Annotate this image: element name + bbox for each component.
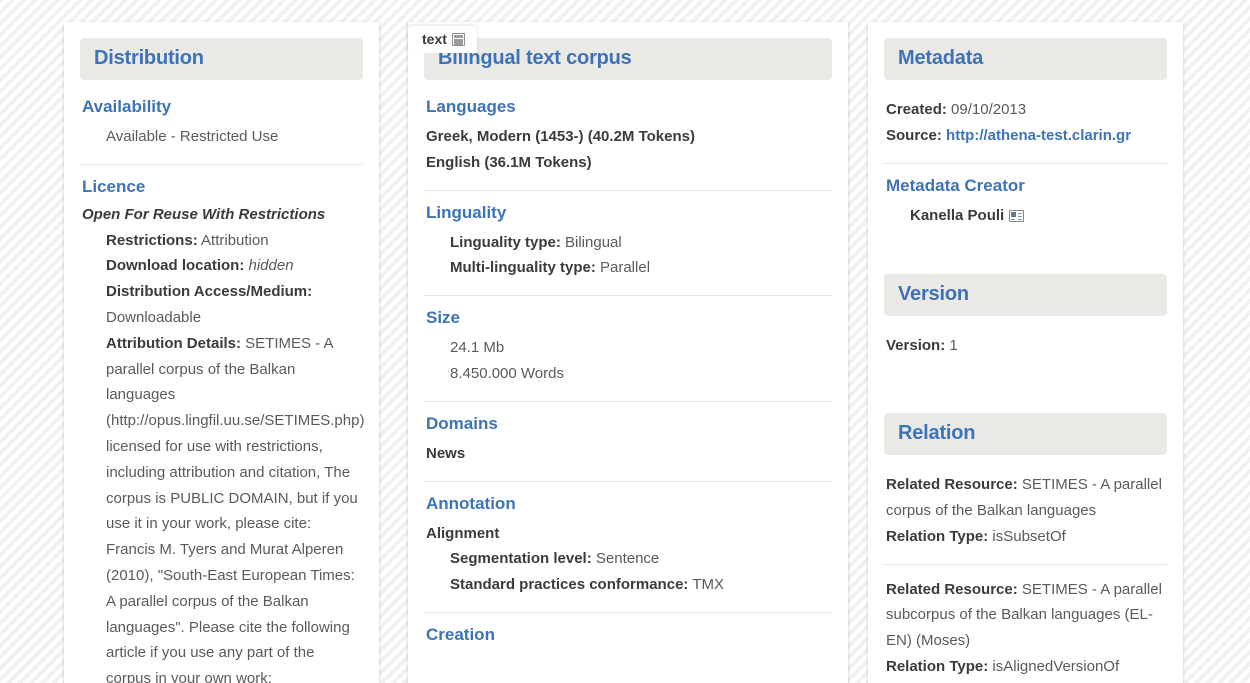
version-label: Version: xyxy=(886,337,946,355)
relation-type-label: Relation Type: xyxy=(886,527,989,545)
availability-value: Available - Restricted Use xyxy=(106,128,279,145)
linguality-type-label: Linguality type: xyxy=(450,233,561,251)
standard-conformance-value: TMX xyxy=(692,576,724,594)
language-item: English (36.1M Tokens) xyxy=(426,153,592,171)
tab-text-label: text xyxy=(422,31,447,47)
segmentation-level-row: Segmentation level: Sentence xyxy=(450,546,830,572)
licence-heading: Licence xyxy=(82,176,146,196)
version-value: 1 xyxy=(949,337,958,355)
source-label: Source: xyxy=(886,126,942,144)
relation-entry: Related Resource: SETIMES - A parallel s… xyxy=(884,563,1167,683)
linguality-type-row: Linguality type: Bilingual xyxy=(450,230,830,256)
licence-restrictions-label: Restrictions: xyxy=(106,231,198,249)
linguality-heading: Linguality xyxy=(426,202,507,222)
creation-block: Creation xyxy=(424,611,832,666)
source-row: Source: http://athena-test.clarin.gr xyxy=(886,123,1165,149)
created-row: Created: 09/10/2013 xyxy=(886,97,1165,123)
resource-title: Bilingual text corpus xyxy=(424,38,832,80)
tab-text[interactable]: text xyxy=(408,26,477,53)
availability-block: Availability Available - Restricted Use xyxy=(80,84,363,164)
tab-strip: text xyxy=(408,26,477,56)
licence-download-location-label: Download location: xyxy=(106,257,245,275)
licence-attribution-label: Attribution Details: xyxy=(106,334,241,352)
section-header-version: Version xyxy=(884,274,1167,317)
segmentation-level-label: Segmentation level: xyxy=(450,550,592,568)
relation-type-row: Relation Type: isAlignedVersionOf xyxy=(886,654,1165,680)
creation-heading: Creation xyxy=(426,624,495,644)
multi-linguality-type-value: Parallel xyxy=(600,259,651,277)
list-lines-icon xyxy=(451,32,465,46)
standard-conformance-row: Standard practices conformance: TMX xyxy=(450,572,830,598)
created-value: 09/10/2013 xyxy=(951,101,1027,118)
annotation-group-label: Alignment xyxy=(426,524,500,542)
relation-entry: Related Resource: SETIMES - A parallel c… xyxy=(884,459,1167,563)
relation-type-label: Relation Type: xyxy=(886,657,989,675)
relation-type-value: isAlignedVersionOf xyxy=(992,657,1120,675)
size-item: 8.450.000 Words xyxy=(450,364,564,382)
licence-block: Licence Open For Reuse With Restrictions… xyxy=(80,163,365,683)
metadata-creator-row: Kanella Pouli xyxy=(886,203,1165,229)
availability-heading: Availability xyxy=(82,97,172,116)
domains-block: Domains News xyxy=(424,400,832,481)
metadata-creator-block: Metadata Creator Kanella Pouli xyxy=(884,162,1167,243)
section-header-distribution: Distribution xyxy=(80,38,363,80)
size-heading: Size xyxy=(426,308,461,328)
relation-type-row: Relation Type: isSubsetOf xyxy=(886,524,1165,550)
size-item: 24.1 Mb xyxy=(450,339,505,357)
size-block: Size 24.1 Mb 8.450.000 Words xyxy=(424,295,832,401)
related-resource-label: Related Resource: xyxy=(886,580,1018,598)
resource-details-panel: Bilingual text corpus Languages Greek, M… xyxy=(408,22,848,683)
annotation-heading: Annotation xyxy=(426,493,516,513)
linguality-type-value: Bilingual xyxy=(565,233,622,251)
metadata-creator-heading: Metadata Creator xyxy=(886,175,1025,195)
licence-download-location-row: Download location: hidden xyxy=(106,253,361,279)
source-link[interactable]: http://athena-test.clarin.gr xyxy=(946,127,1131,144)
related-resource-label: Related Resource: xyxy=(886,476,1018,494)
domains-heading: Domains xyxy=(426,413,498,433)
distribution-panel: Distribution Availability Available - Re… xyxy=(64,22,379,683)
languages-block: Languages Greek, Modern (1453-) (40.2M T… xyxy=(424,84,832,190)
related-resource-row: Related Resource: SETIMES - A parallel c… xyxy=(886,472,1165,524)
metadata-creator-name: Kanella Pouli xyxy=(910,206,1005,224)
standard-conformance-label: Standard practices conformance: xyxy=(450,576,689,594)
licence-attribution-row: Attribution Details: SETIMES - A paralle… xyxy=(106,331,365,683)
licence-restrictions-value: Attribution xyxy=(201,231,269,249)
related-resource-row: Related Resource: SETIMES - A parallel s… xyxy=(886,577,1165,654)
relation-type-value: isSubsetOf xyxy=(992,527,1066,545)
version-row: Version: 1 xyxy=(886,333,1165,359)
licence-restrictions-row: Restrictions: Attribution xyxy=(106,228,361,254)
licence-name: Open For Reuse With Restrictions xyxy=(82,205,326,223)
licence-distribution-access-row: Distribution Access/Medium: Downloadable xyxy=(106,279,361,331)
metadata-panel: Metadata Created: 09/10/2013 Source: htt… xyxy=(868,22,1183,683)
licence-attribution-value: SETIMES - A parallel corpus of the Balka… xyxy=(106,334,365,683)
domain-item: News xyxy=(426,444,466,462)
metadata-info-block: Created: 09/10/2013 Source: http://athen… xyxy=(884,84,1167,163)
segmentation-level-value: Sentence xyxy=(595,550,660,568)
licence-download-location-value: hidden xyxy=(248,257,294,275)
languages-heading: Languages xyxy=(426,97,516,116)
section-header-metadata: Metadata xyxy=(884,38,1167,80)
multi-linguality-type-label: Multi-linguality type: xyxy=(450,259,596,277)
vcard-icon[interactable] xyxy=(1009,209,1025,222)
version-block: Version: 1 xyxy=(884,320,1167,373)
annotation-block: Annotation Alignment Segmentation level:… xyxy=(424,480,832,612)
created-label: Created: xyxy=(886,101,947,118)
language-item: Greek, Modern (1453-) (40.2M Tokens) xyxy=(426,128,695,145)
multi-linguality-type-row: Multi-linguality type: Parallel xyxy=(450,255,830,281)
linguality-block: Linguality Linguality type: Bilingual Mu… xyxy=(424,189,832,296)
licence-distribution-access-label: Distribution Access/Medium: xyxy=(106,283,313,301)
resource-metadata-page: Distribution Availability Available - Re… xyxy=(0,0,1250,683)
section-header-relation: Relation xyxy=(884,413,1167,456)
licence-distribution-access-value: Downloadable xyxy=(106,308,202,326)
